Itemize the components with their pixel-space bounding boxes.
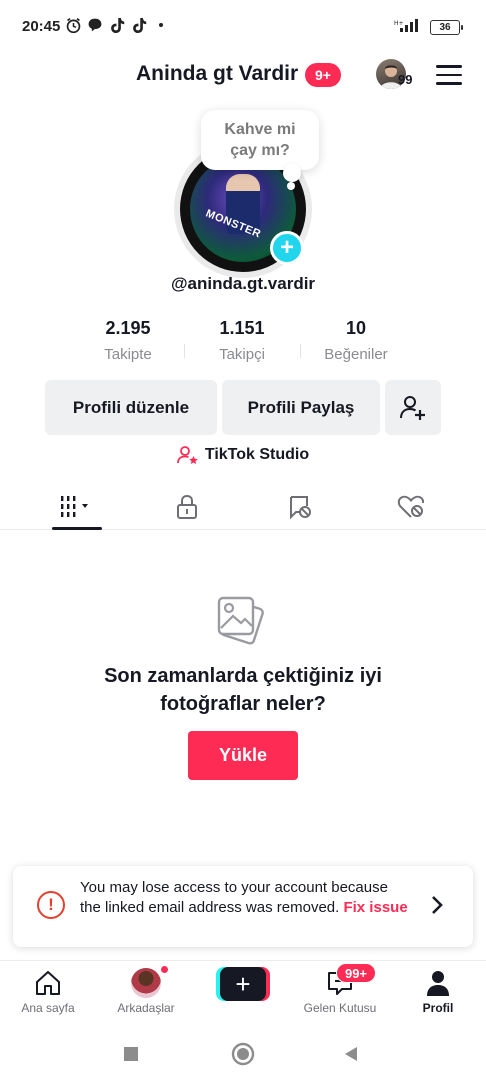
active-tab-indicator [52, 527, 102, 530]
status-time: 20:45 [22, 18, 61, 35]
plus-icon: + [220, 967, 266, 1001]
stat-following-label: Takipte [104, 346, 152, 363]
tiktok-studio-link[interactable]: TikTok Studio [0, 445, 486, 465]
add-person-icon [400, 395, 425, 420]
bottom-navigation: Ana sayfa Arkadaşlar + Gelen Kutusu 99+ … [0, 960, 486, 1022]
status-system-icons: H+ 36 [394, 17, 463, 38]
account-switcher-title[interactable]: Aninda gt Vardir [136, 62, 298, 86]
friends-avatar [101, 967, 191, 999]
stat-followers-label: Takipçi [219, 346, 265, 363]
content-tabs [0, 484, 486, 530]
warning-message: You may lose access to your account beca… [80, 878, 410, 918]
create-button[interactable]: + [216, 967, 270, 1001]
profile-note-text: Kahve mi çay mı? [224, 121, 296, 159]
warning-text: You may lose access to your account beca… [80, 879, 388, 916]
empty-state-title: Son zamanlarda çektiğiniz iyi fotoğrafla… [104, 665, 382, 715]
stat-likes-label: Beğeniler [324, 346, 388, 363]
status-bar: 20:45 H+ 36 [0, 0, 486, 54]
tab-videos[interactable] [27, 484, 127, 530]
home-system-icon[interactable] [229, 1040, 257, 1068]
note-bubble-tail-dot [287, 182, 295, 190]
nav-home-label: Ana sayfa [21, 1001, 75, 1015]
signal-icon: H+ [394, 17, 424, 38]
inbox-badge: 99+ [336, 963, 376, 983]
chat-bubble-icon [86, 16, 104, 34]
stat-likes[interactable]: 10 Beğeniler [296, 318, 416, 363]
liked-icon [397, 495, 425, 518]
tagged-icon [290, 496, 311, 520]
stat-followers[interactable]: 1.151 Takipçi [182, 318, 302, 363]
add-story-button[interactable]: + [270, 231, 304, 265]
photos-icon [215, 592, 271, 648]
fix-issue-link[interactable]: Fix issue [343, 899, 407, 916]
profile-handle: @aninda.gt.vardir [170, 274, 316, 293]
lock-icon [177, 494, 197, 519]
nav-friends[interactable]: Arkadaşlar [101, 961, 191, 1023]
add-friends-button[interactable] [385, 380, 441, 435]
nav-friends-label: Arkadaşlar [117, 1001, 175, 1015]
battery-level: 36 [439, 22, 451, 33]
profile-note-bubble[interactable]: Kahve mi çay mı? [201, 110, 319, 170]
menu-icon[interactable] [436, 65, 462, 85]
recents-icon[interactable] [117, 1040, 145, 1068]
other-account-badge: 99 [398, 72, 413, 87]
svg-text:H+: H+ [394, 20, 404, 27]
status-notification-icons [64, 16, 170, 34]
upload-button[interactable]: Yükle [188, 731, 298, 780]
profile-actions: Profili düzenle Profili Paylaş [45, 380, 441, 435]
stat-followers-value: 1.151 [219, 318, 265, 338]
stat-following[interactable]: 2.195 Takipte [68, 318, 188, 363]
profile-stats: 2.195 Takipte 1.151 Takipçi 10 Beğeniler [60, 318, 426, 368]
share-profile-button[interactable]: Profili Paylaş [222, 380, 380, 435]
tiktok-studio-label: TikTok Studio [204, 446, 310, 463]
tab-private[interactable] [137, 484, 237, 530]
grid-icon [61, 496, 88, 517]
tiktok-icon [108, 16, 126, 34]
tab-liked[interactable] [361, 484, 461, 530]
profile-icon [393, 967, 483, 999]
nav-profile[interactable]: Profil [393, 961, 483, 1023]
alarm-icon [64, 16, 82, 34]
battery-icon: 36 [430, 20, 463, 35]
chevron-right-icon[interactable] [427, 890, 447, 920]
studio-person-star-icon [176, 446, 198, 464]
dot-icon [152, 16, 170, 34]
account-warning-card[interactable]: ! You may lose access to your account be… [13, 866, 473, 947]
note-bubble-tail [283, 164, 301, 182]
nav-home[interactable]: Ana sayfa [3, 961, 93, 1023]
friends-notification-dot [160, 965, 169, 974]
stat-likes-value: 10 [345, 318, 367, 338]
account-notification-badge: 9+ [305, 63, 341, 87]
profile-header: Aninda gt Vardir 9+ 99 [0, 54, 486, 98]
alert-icon: ! [37, 891, 65, 919]
tab-tagged[interactable] [250, 484, 350, 530]
stat-following-value: 2.195 [105, 318, 151, 338]
home-icon [3, 967, 93, 999]
nav-inbox-label: Gelen Kutusu [303, 1001, 377, 1015]
tiktok-icon [130, 16, 148, 34]
nav-profile-label: Profil [422, 1001, 454, 1015]
back-icon[interactable] [337, 1040, 365, 1068]
system-navigation [0, 1022, 486, 1080]
edit-profile-button[interactable]: Profili düzenle [45, 380, 217, 435]
